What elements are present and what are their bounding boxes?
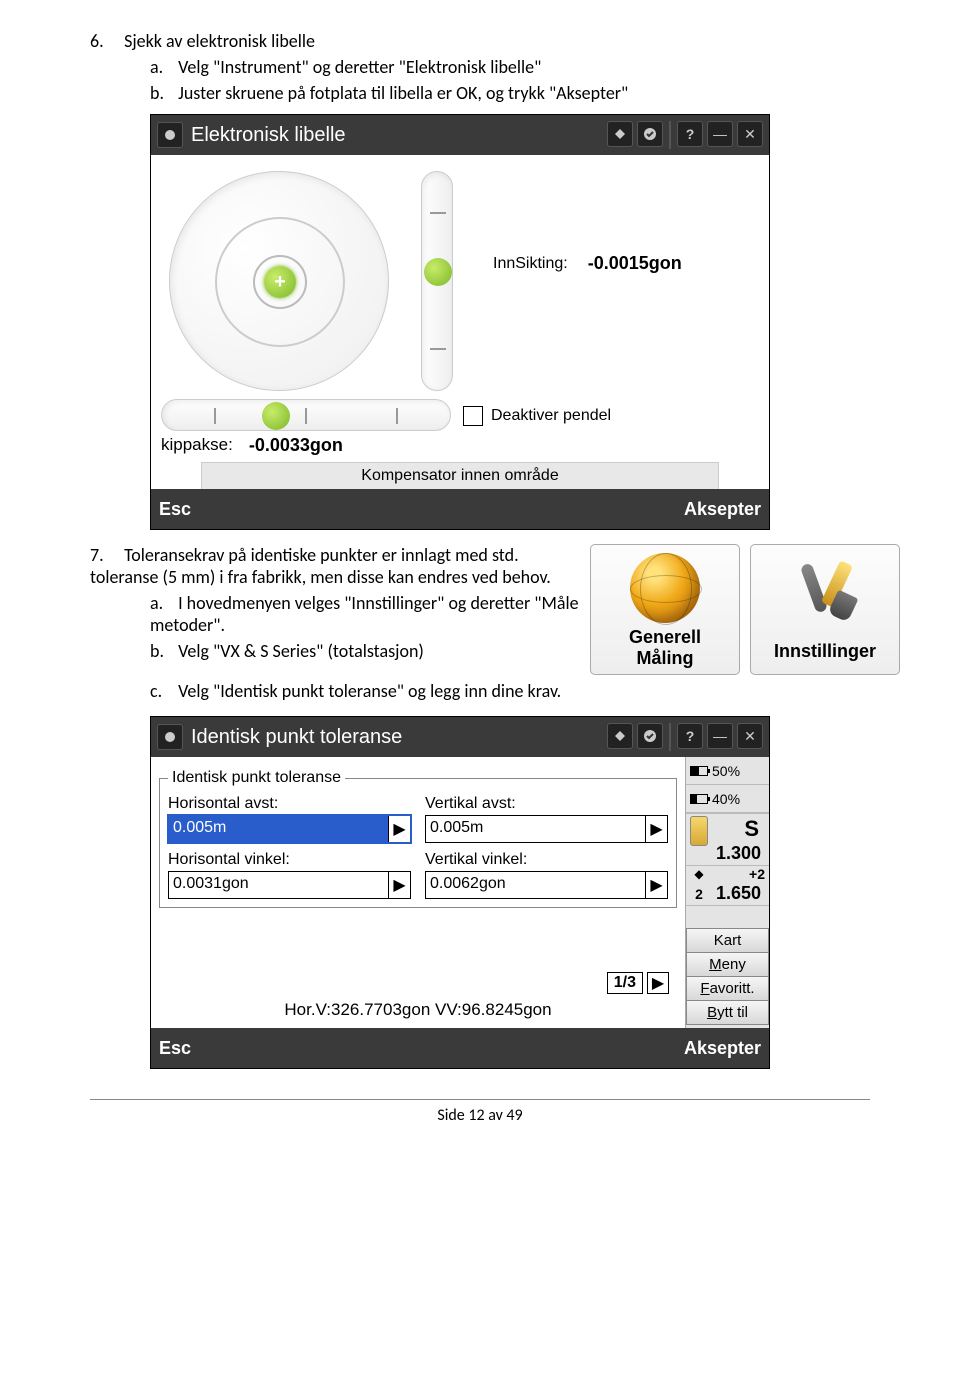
window-title: Identisk punkt toleranse	[191, 726, 607, 749]
page-footer: Side 12 av 49	[90, 1099, 870, 1125]
help-icon[interactable]: ?	[677, 121, 703, 147]
minimize-icon[interactable]: —	[707, 121, 733, 147]
titlebar-icon[interactable]	[607, 121, 633, 147]
tolerance-fieldset: Identisk punkt toleranse Horisontal avst…	[159, 769, 677, 908]
close-icon[interactable]: ✕	[737, 723, 763, 749]
bubble-level: +	[169, 171, 389, 391]
aksepter-button[interactable]: Aksepter	[684, 1038, 761, 1059]
sub-7a: a. I hovedmenyen velges "Innstillinger" …	[150, 592, 580, 636]
title-6: Sjekk av elektronisk libelle	[124, 30, 315, 52]
level-bubble-icon	[424, 258, 452, 286]
window-titlebar: Identisk punkt toleranse ? — ✕	[151, 717, 769, 757]
section-7-heading: 7. Toleransekrav på identiske punkter er…	[90, 544, 580, 588]
innsikting-value: -0.0015gon	[588, 253, 682, 274]
vertical-level-bar	[421, 171, 453, 391]
sub-7b: b. Velg "VX & S Series" (totalstasjon)	[150, 640, 580, 662]
hor-readout: Hor.V:326.7703gon VV:96.8245gon	[159, 998, 677, 1022]
page-next-button[interactable]: ▶	[647, 972, 669, 994]
target-num: 2	[690, 886, 708, 902]
sub-7c: c. Velg "Identisk punkt toleranse" og le…	[150, 680, 580, 702]
kippakse-label: kippakse:	[161, 435, 233, 456]
screenshot-elektronisk-libelle: Elektronisk libelle ? — ✕ +	[150, 114, 770, 530]
titlebar-check-icon[interactable]	[637, 121, 663, 147]
help-icon[interactable]: ?	[677, 723, 703, 749]
horis-vinkel-input[interactable]: 0.0031gon ▶	[168, 871, 411, 899]
dropdown-arrow-icon[interactable]: ▶	[645, 816, 667, 842]
side-bytt-button[interactable]: Bytt til	[686, 1000, 769, 1025]
deaktiver-pendel-row: Deaktiver pendel	[463, 406, 759, 426]
side-meny-button[interactable]: Meny	[686, 952, 769, 977]
aksepter-button[interactable]: Aksepter	[684, 499, 761, 520]
vert-avst-input[interactable]: 0.005m ▶	[425, 815, 668, 843]
close-icon[interactable]: ✕	[737, 121, 763, 147]
screenshot-identisk-punkt-toleranse: Identisk punkt toleranse ? — ✕ Identisk …	[150, 716, 770, 1069]
vert-vinkel-input[interactable]: 0.0062gon ▶	[425, 871, 668, 899]
window-title: Elektronisk libelle	[191, 124, 607, 147]
battery-2: 40%	[686, 785, 769, 813]
kippakse-value: -0.0033gon	[249, 435, 343, 456]
crosshair-icon: +	[264, 266, 296, 298]
status-bar: Kompensator innen område	[201, 462, 719, 489]
kippakse-row: kippakse: -0.0033gon	[151, 435, 769, 462]
minimize-icon[interactable]: —	[707, 723, 733, 749]
horizontal-level-bar	[161, 399, 451, 431]
fieldset-legend: Identisk punkt toleranse	[168, 769, 345, 787]
tools-icon	[790, 553, 860, 623]
window-titlebar: Elektronisk libelle ? — ✕	[151, 115, 769, 155]
sub-6b: b. Juster skruene på fotplata til libell…	[150, 82, 870, 104]
app-icon[interactable]	[157, 122, 183, 148]
horis-avst-label: Horisontal avst:	[168, 795, 411, 813]
generell-maling-button[interactable]: GenerellMåling	[590, 544, 740, 675]
vert-avst-label: Vertikal avst:	[425, 795, 668, 813]
battery-1: 50%	[686, 757, 769, 785]
battery-icon	[690, 766, 708, 776]
side-panel: 50% 40% S 1.300 ◆ +2	[685, 757, 769, 1028]
titlebar-check-icon[interactable]	[637, 723, 663, 749]
innsikting-label: InnSikting:	[493, 255, 568, 273]
esc-button[interactable]: Esc	[159, 499, 191, 520]
horis-vinkel-label: Horisontal vinkel:	[168, 851, 411, 869]
innsikting-row: InnSikting: -0.0015gon	[493, 253, 759, 274]
deaktiver-checkbox[interactable]	[463, 406, 483, 426]
dropdown-arrow-icon[interactable]: ▶	[388, 816, 410, 842]
num-7: 7.	[90, 544, 120, 566]
page-indicator: 1/3	[607, 972, 643, 994]
deaktiver-label: Deaktiver pendel	[491, 407, 611, 425]
side-kart-button[interactable]: Kart	[686, 928, 769, 953]
side-favoritt-button[interactable]: Favoritt.	[686, 976, 769, 1001]
globe-icon	[630, 553, 700, 623]
dropdown-arrow-icon[interactable]: ▶	[388, 872, 410, 898]
titlebar-icon[interactable]	[607, 723, 633, 749]
sub-6a: a. Velg "Instrument" og deretter "Elektr…	[150, 56, 870, 78]
target-icon: ◆	[690, 867, 708, 881]
instrument-icon	[690, 816, 708, 846]
innstillinger-button[interactable]: Innstillinger	[750, 544, 900, 675]
text-7: Toleransekrav på identiske punkter er in…	[90, 544, 551, 588]
esc-button[interactable]: Esc	[159, 1038, 191, 1059]
vert-vinkel-label: Vertikal vinkel:	[425, 851, 668, 869]
num-6: 6.	[90, 30, 120, 52]
app-icon[interactable]	[157, 724, 183, 750]
battery-icon	[690, 794, 708, 804]
section-6-heading: 6. Sjekk av elektronisk libelle	[90, 30, 870, 52]
horis-avst-input[interactable]: 0.005m ▶	[168, 815, 411, 843]
dropdown-arrow-icon[interactable]: ▶	[645, 872, 667, 898]
level-bubble-icon	[262, 402, 290, 430]
